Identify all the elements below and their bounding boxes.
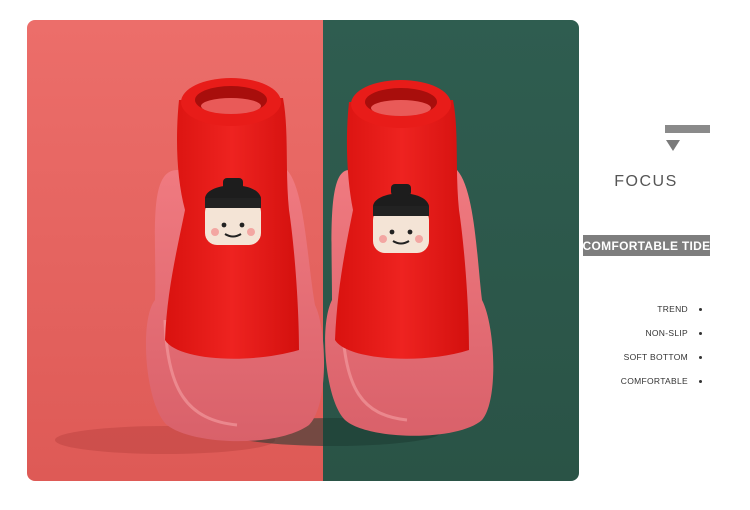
- feature-item: SOFT BOTTOM: [582, 345, 702, 369]
- feature-label: SOFT BOTTOM: [623, 352, 688, 362]
- bullet-dot-icon: [699, 307, 702, 311]
- feature-item: COMFORTABLE: [582, 369, 702, 393]
- down-arrow-icon: [666, 140, 680, 151]
- focus-title: FOCUS: [614, 173, 678, 190]
- focus-bar: [665, 125, 710, 133]
- feature-list: TREND NON-SLIP SOFT BOTTOM COMFORTABLE: [582, 297, 702, 393]
- feature-item: NON-SLIP: [582, 321, 702, 345]
- feature-label: TREND: [657, 304, 688, 314]
- feature-item: TREND: [582, 297, 702, 321]
- bullet-dot-icon: [699, 331, 702, 335]
- comfortable-tide-badge: COMFORTABLE TIDE: [583, 235, 710, 256]
- product-photo: [27, 20, 579, 481]
- bullet-dot-icon: [699, 379, 702, 383]
- bullet-dot-icon: [699, 355, 702, 359]
- feature-label: COMFORTABLE: [620, 376, 688, 386]
- feature-label: NON-SLIP: [645, 328, 688, 338]
